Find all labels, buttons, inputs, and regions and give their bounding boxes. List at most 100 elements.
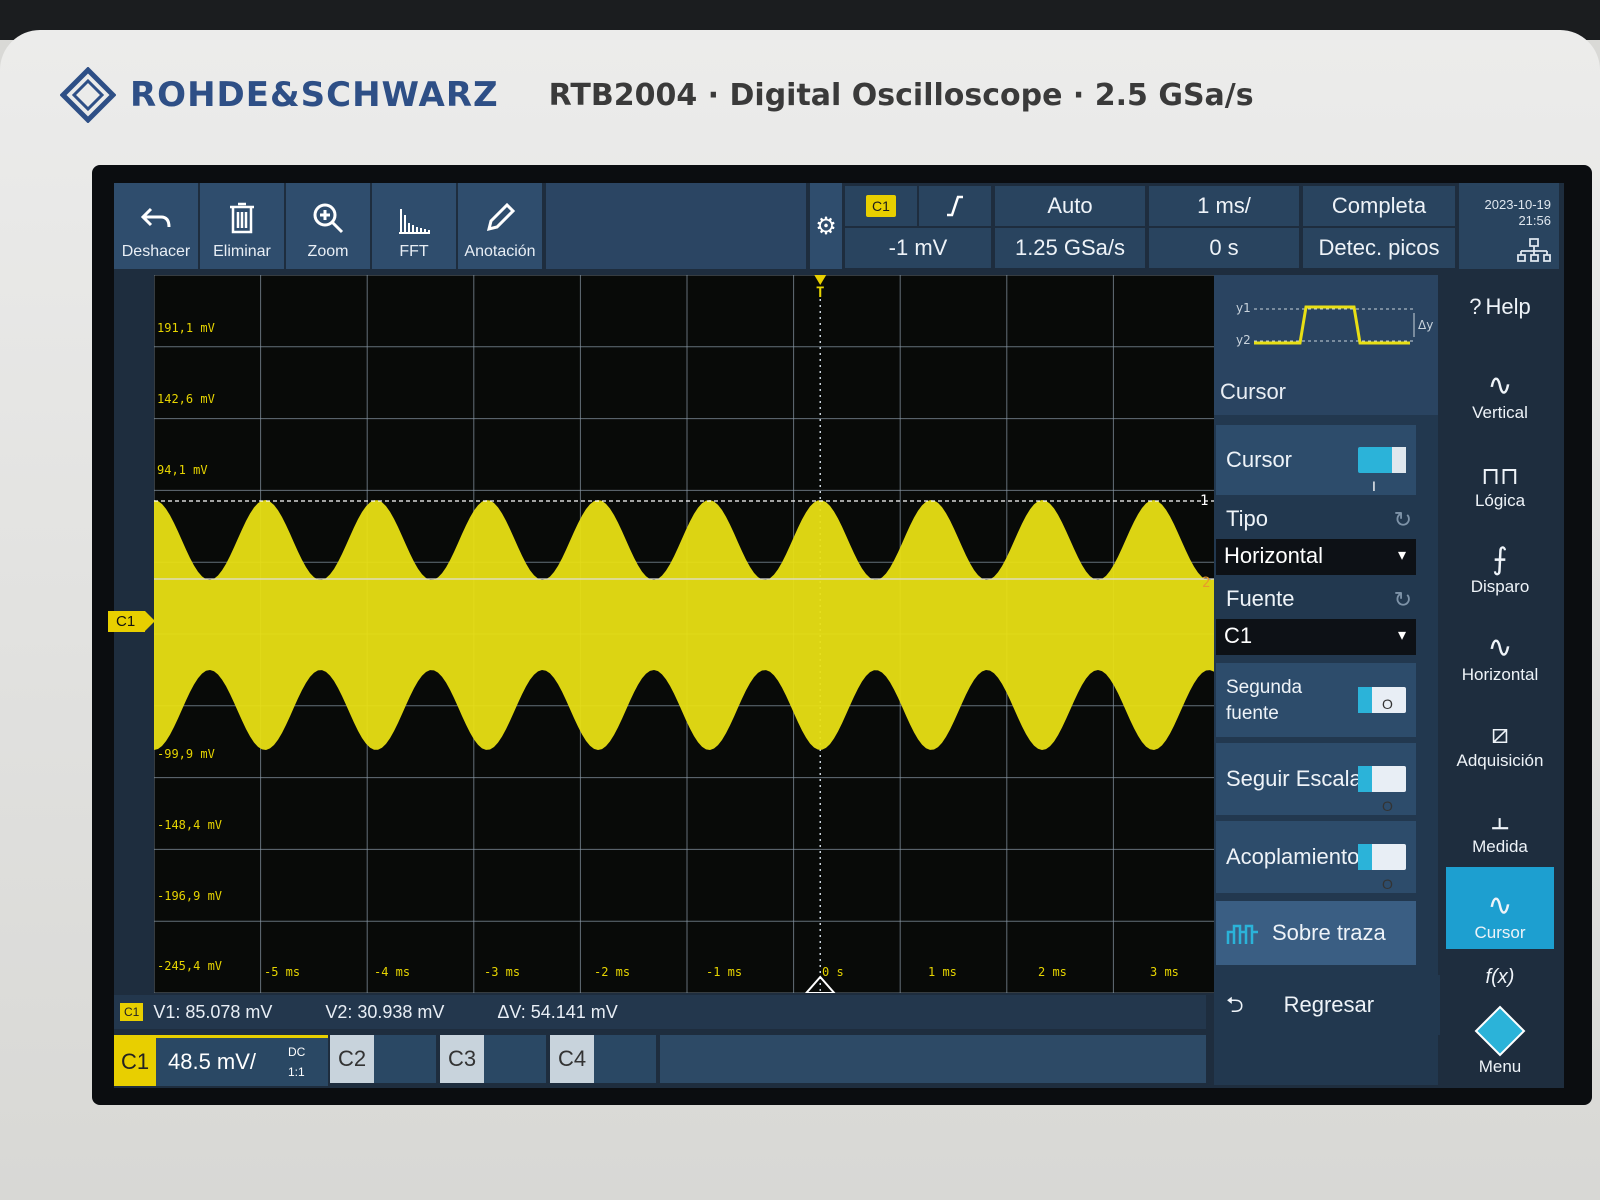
time-offset-cell[interactable]: 0 s: [1148, 227, 1300, 269]
undo-button[interactable]: Deshacer: [114, 183, 200, 269]
channel-bar-fill: [660, 1035, 1206, 1083]
fft-button[interactable]: FFT: [372, 183, 458, 269]
channel1-coupling: DC 1:1: [288, 1042, 305, 1082]
coupling-toggle[interactable]: O: [1358, 844, 1406, 892]
cursor-enable-toggle[interactable]: I: [1358, 447, 1406, 494]
on-trace-button[interactable]: Sobre traza: [1216, 901, 1416, 965]
channel2-button[interactable]: C2: [330, 1035, 436, 1083]
trigger-mode-cell[interactable]: Auto: [994, 185, 1146, 227]
coupling-label: Acoplamiento: [1226, 844, 1360, 869]
delete-button[interactable]: Eliminar: [200, 183, 286, 269]
back-button[interactable]: ⮌ Regresar: [1216, 975, 1440, 1035]
channel1-button[interactable]: C1 48.5 mV/ DC 1:1: [114, 1035, 328, 1086]
vertical-button[interactable]: ∿ Vertical: [1446, 347, 1554, 429]
trigger-button[interactable]: ⨍ Disparo: [1446, 521, 1554, 603]
second-source-row[interactable]: Segunda fuente O: [1216, 663, 1416, 737]
logic-icon: ⊓⊓: [1481, 463, 1519, 490]
annotation-label: Anotación: [464, 243, 536, 260]
type-label-row: Tipo: [1216, 501, 1416, 537]
source-reset-icon[interactable]: ↻: [1394, 587, 1412, 613]
network-icon: [1517, 238, 1551, 262]
sample-rate: 1.25 GSa/s: [1014, 235, 1126, 260]
trigger-marker: T: [816, 285, 825, 301]
channel1-probe: 1:1: [288, 1065, 305, 1079]
brand-bar: ROHDE&SCHWARZ RTB2004 · Digital Oscillos…: [60, 60, 1580, 130]
settings-button[interactable]: ⚙: [810, 183, 842, 269]
trigger-source-cell[interactable]: C1: [844, 185, 918, 227]
channel3-button[interactable]: C3: [440, 1035, 546, 1083]
datetime: 2023-10-19 21:56: [1459, 183, 1559, 269]
channel2-label: C2: [330, 1035, 374, 1083]
undo-label: Deshacer: [121, 243, 191, 260]
y-label: -148,4 mV: [157, 818, 223, 832]
sample-rate-cell[interactable]: 1.25 GSa/s: [994, 227, 1146, 269]
pencil-icon: [486, 202, 516, 232]
vertical-label: Vertical: [1472, 403, 1528, 422]
measure-button[interactable]: ⫠ Medida: [1446, 781, 1554, 863]
x-label: -2 ms: [594, 965, 631, 979]
channel-marker[interactable]: C1: [108, 611, 156, 632]
chevron-down-icon: ▾: [1397, 627, 1406, 644]
v2-readout: V2: 30.938 mV: [325, 1001, 445, 1022]
follow-scale-row[interactable]: Seguir Escala O: [1216, 743, 1416, 815]
cursor-enable-row[interactable]: Cursor I: [1216, 425, 1416, 495]
toggle-knob: [1358, 844, 1372, 870]
acquisition-label: Adquisición: [1456, 751, 1544, 770]
follow-scale-toggle[interactable]: O: [1358, 766, 1406, 814]
cursor-menu-button[interactable]: ∿ Cursor: [1446, 867, 1554, 949]
toggle-knob: [1358, 687, 1372, 713]
v1-readout: V1: 85.078 mV: [153, 1001, 273, 1022]
x-label: 0 s: [822, 965, 844, 979]
zoom-button[interactable]: Zoom: [286, 183, 372, 269]
logic-button[interactable]: ⊓⊓ Lógica: [1446, 435, 1554, 517]
x-label: 3 ms: [1150, 965, 1179, 979]
trigger-label: Disparo: [1470, 577, 1530, 596]
channel4-button[interactable]: C4: [550, 1035, 656, 1083]
cursor2-label: 2: [1202, 575, 1211, 591]
channel1-dc: DC: [288, 1045, 306, 1059]
preview-y1: y1: [1236, 301, 1251, 315]
acq-mode-cell[interactable]: Detec. picos: [1302, 227, 1456, 269]
math-button[interactable]: f(x): [1446, 955, 1554, 995]
date: 2023-10-19: [1484, 197, 1552, 212]
cursor-preview-title: Cursor: [1220, 379, 1287, 404]
delete-label: Eliminar: [213, 243, 271, 260]
rs-menu-icon: [1474, 1005, 1526, 1057]
help-button[interactable]: ? Help: [1446, 275, 1554, 339]
on-trace-label: Sobre traza: [1272, 920, 1386, 945]
menu-button[interactable]: Menu: [1446, 997, 1554, 1083]
x-label: -3 ms: [484, 965, 521, 979]
chevron-down-icon: ▾: [1397, 547, 1406, 564]
y-label: -196,9 mV: [157, 889, 223, 903]
cursor-panel: y1 y2 Δy Cursor Cursor I Tipo ↻ Horizont…: [1214, 275, 1440, 1085]
y-label: -245,4 mV: [157, 959, 223, 973]
horizontal-label: Horizontal: [1461, 665, 1539, 684]
readout-channel-tag: C1: [120, 1003, 144, 1021]
waveform-plot[interactable]: 191,1 mV 142,6 mV 94,1 mV -99,9 mV -148,…: [154, 275, 1220, 993]
side-menu: ? Help ∿ Vertical ⊓⊓ Lógica ⨍ Disparo ∿ …: [1446, 275, 1558, 1085]
preview-y2: y2: [1236, 333, 1251, 347]
acquisition-cell[interactable]: Completa: [1302, 185, 1456, 227]
trigger-level-cell[interactable]: -1 mV: [844, 227, 992, 269]
trigger-position-marker: [814, 275, 827, 285]
coupling-row[interactable]: Acoplamiento O: [1216, 821, 1416, 893]
fft-label: FFT: [399, 243, 429, 260]
waveform-svg: [154, 275, 1220, 993]
horizontal-button[interactable]: ∿ Horizontal: [1446, 609, 1554, 691]
source-select[interactable]: C1 ▾: [1216, 619, 1416, 655]
trigger-slope-cell[interactable]: [918, 185, 992, 227]
acquisition-button[interactable]: ⧄ Adquisición: [1446, 695, 1554, 777]
x-label: 1 ms: [928, 965, 957, 979]
channel1-label: C1: [114, 1038, 156, 1086]
zoom-label: Zoom: [307, 243, 349, 260]
second-source-toggle[interactable]: O: [1358, 687, 1406, 713]
type-select[interactable]: Horizontal ▾: [1216, 539, 1416, 575]
type-reset-icon[interactable]: ↻: [1394, 507, 1412, 533]
x-label: -5 ms: [264, 965, 301, 979]
source-label: Fuente: [1226, 586, 1295, 611]
timebase-cell[interactable]: 1 ms/: [1148, 185, 1300, 227]
rising-edge-icon: [947, 195, 963, 217]
type-label: Tipo: [1226, 506, 1268, 531]
rs-logo-icon: [60, 67, 116, 123]
annotation-button[interactable]: Anotación: [458, 183, 544, 269]
